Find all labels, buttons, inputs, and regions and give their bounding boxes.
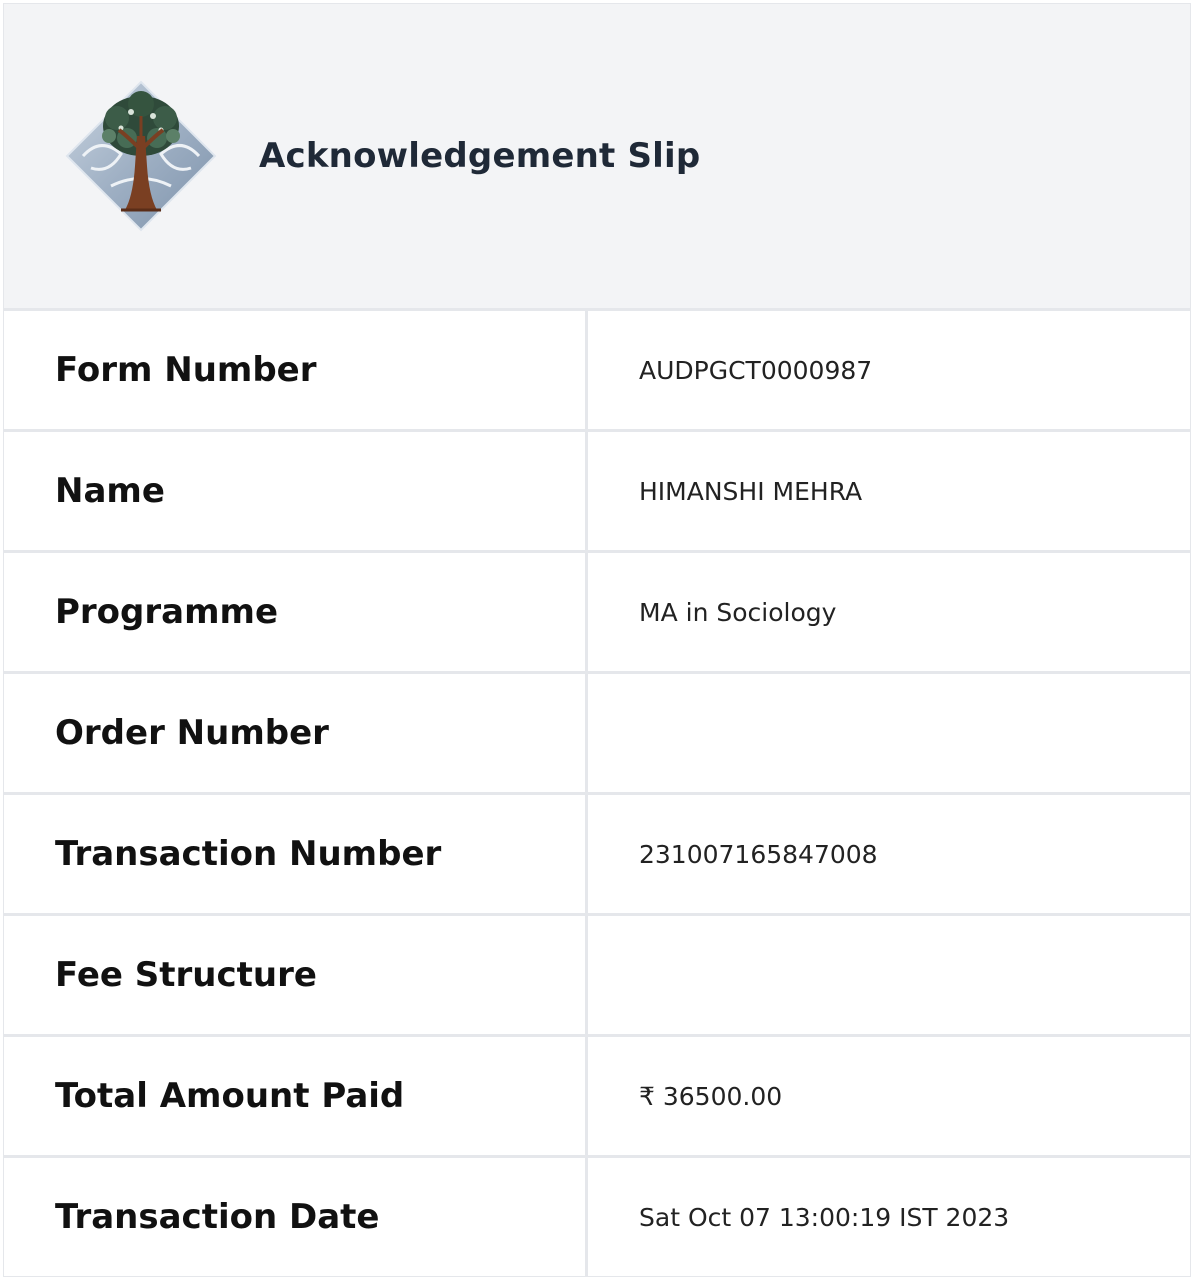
- table-row: Total Amount Paid ₹ 36500.00: [4, 1037, 1190, 1158]
- table-row: Order Number: [4, 674, 1190, 795]
- table-row: Form Number AUDPGCT0000987: [4, 311, 1190, 432]
- table-row: Transaction Date Sat Oct 07 13:00:19 IST…: [4, 1158, 1190, 1276]
- transaction-date-value: Sat Oct 07 13:00:19 IST 2023: [639, 1202, 1010, 1232]
- tree-icon: [65, 80, 217, 232]
- transaction-number-label: Transaction Number: [4, 795, 588, 913]
- details-table: Form Number AUDPGCT0000987 Name HIMANSHI…: [4, 311, 1190, 1276]
- page-title: Acknowledgement Slip: [259, 136, 701, 176]
- total-amount-paid-label: Total Amount Paid: [4, 1037, 588, 1155]
- form-number-label: Form Number: [4, 311, 588, 429]
- table-row: Name HIMANSHI MEHRA: [4, 432, 1190, 553]
- fee-structure-label: Fee Structure: [4, 916, 588, 1034]
- transaction-date-label: Transaction Date: [4, 1158, 588, 1276]
- table-row: Programme MA in Sociology: [4, 553, 1190, 674]
- form-number-value: AUDPGCT0000987: [639, 355, 873, 385]
- slip-header: Acknowledgement Slip: [4, 4, 1190, 311]
- fee-structure-value: [588, 916, 1190, 1034]
- table-row: Transaction Number 231007165847008: [4, 795, 1190, 916]
- total-amount-paid-value: ₹ 36500.00: [639, 1081, 783, 1111]
- transaction-number-value: 231007165847008: [639, 839, 878, 869]
- table-row: Fee Structure: [4, 916, 1190, 1037]
- order-number-value: [588, 674, 1190, 792]
- acknowledgement-slip: Acknowledgement Slip Form Number AUDPGCT…: [3, 3, 1191, 1277]
- programme-value: MA in Sociology: [639, 597, 837, 627]
- programme-label: Programme: [4, 553, 588, 671]
- university-logo: [61, 76, 221, 236]
- order-number-label: Order Number: [4, 674, 588, 792]
- name-label: Name: [4, 432, 588, 550]
- name-value: HIMANSHI MEHRA: [639, 476, 863, 506]
